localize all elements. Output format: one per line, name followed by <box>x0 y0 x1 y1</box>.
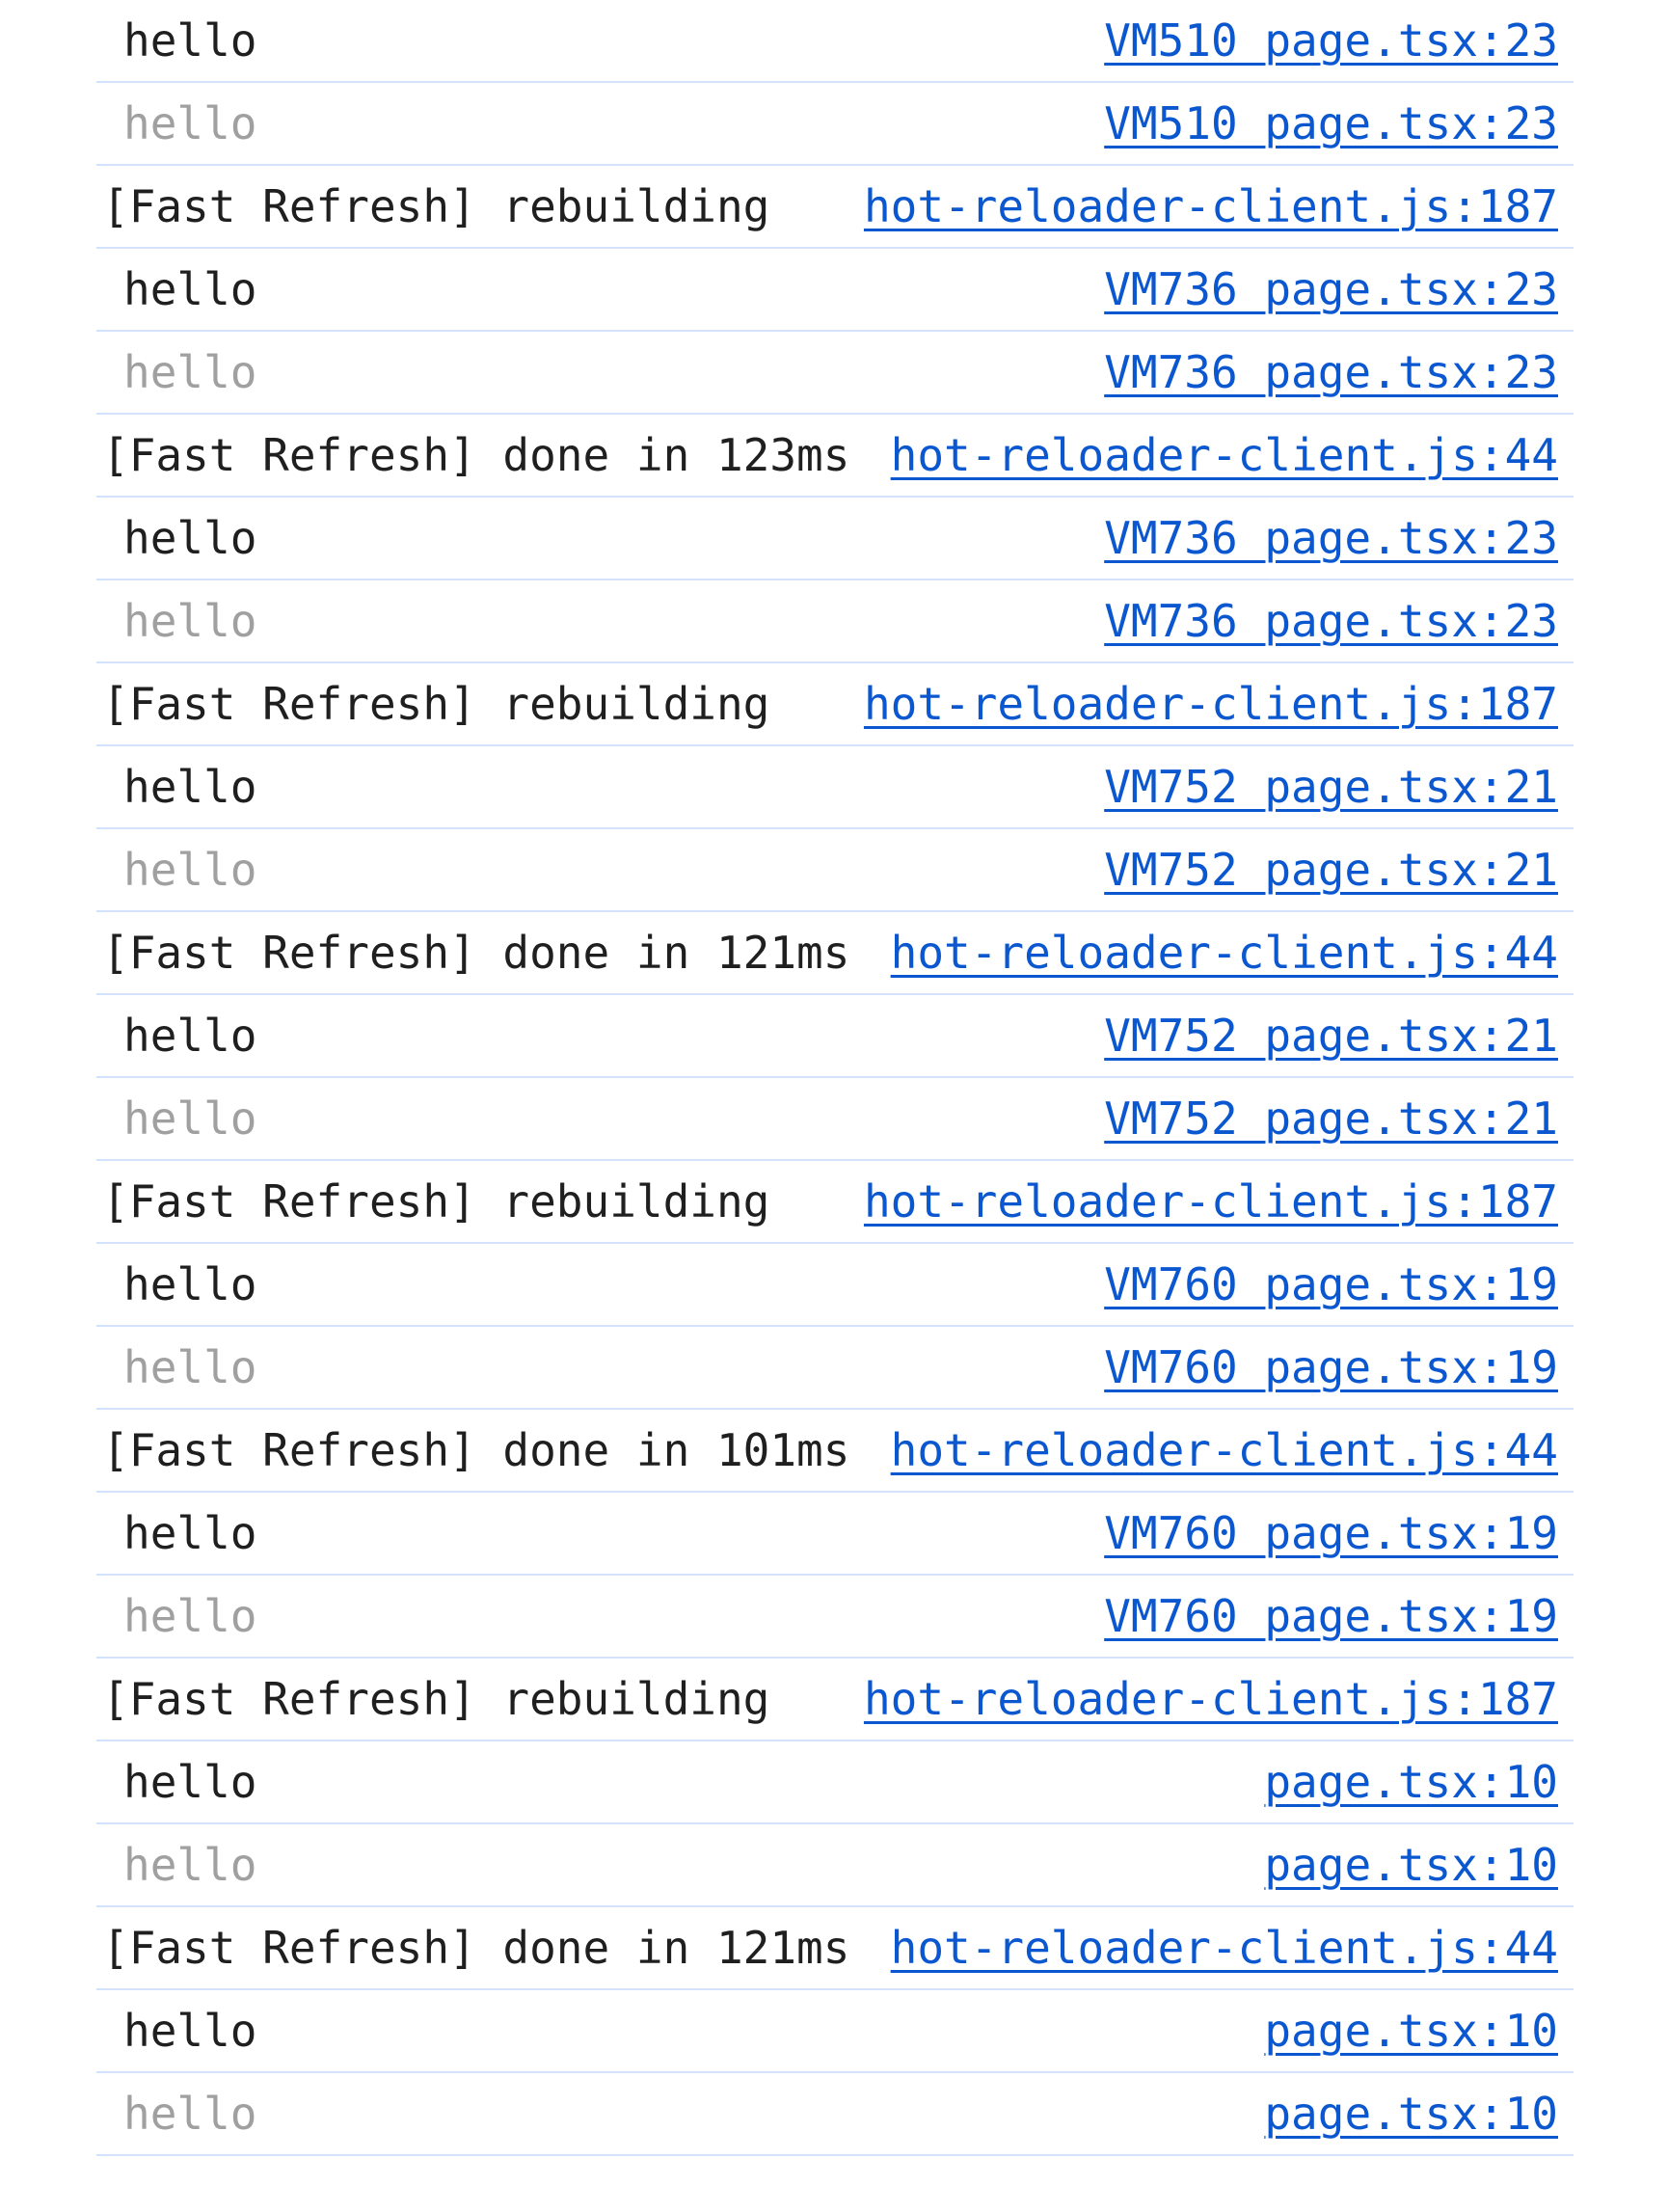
console-info-text: [Fast Refresh] done in 121ms <box>102 1922 850 1974</box>
console-message-row: [Fast Refresh] rebuilding hot-reloader-cl… <box>96 663 1574 746</box>
source-link[interactable]: VM752 page.tsx:21 <box>1104 1096 1558 1141</box>
source-link[interactable]: VM510 page.tsx:23 <box>1104 18 1558 63</box>
console-log-text: hello <box>123 1341 257 1393</box>
console-message-row: [Fast Refresh] done in 101ms hot-reloader… <box>96 1410 1574 1493</box>
source-link[interactable]: VM752 page.tsx:21 <box>1104 765 1558 809</box>
source-link[interactable]: VM760 page.tsx:19 <box>1104 1511 1558 1555</box>
console-log-text: hello <box>123 1093 257 1145</box>
console-message-row: hello VM752 page.tsx:21 <box>96 995 1574 1078</box>
console-message-row: hello VM736 page.tsx:23 <box>96 249 1574 332</box>
source-link[interactable]: VM736 page.tsx:23 <box>1104 516 1558 560</box>
console-message-row: hello VM752 page.tsx:21 <box>96 829 1574 912</box>
console-info-text: [Fast Refresh] done in 101ms <box>102 1424 850 1476</box>
console-log-text: hello <box>123 512 257 564</box>
console-message-row: hello page.tsx:10 <box>96 1990 1574 2073</box>
source-link[interactable]: VM752 page.tsx:21 <box>1104 848 1558 892</box>
console-info-text: [Fast Refresh] done in 121ms <box>102 927 850 979</box>
source-link[interactable]: VM760 page.tsx:19 <box>1104 1594 1558 1638</box>
console-message-row: hello VM760 page.tsx:19 <box>96 1244 1574 1327</box>
console-message-row: hello VM736 page.tsx:23 <box>96 498 1574 580</box>
source-link[interactable]: hot-reloader-client.js:44 <box>891 1926 1558 1970</box>
console-message-row: hello VM510 page.tsx:23 <box>96 83 1574 166</box>
console-log-text: hello <box>123 1258 257 1310</box>
source-link[interactable]: hot-reloader-client.js:44 <box>891 1428 1558 1472</box>
source-link[interactable]: VM736 page.tsx:23 <box>1104 267 1558 311</box>
console-message-row: [Fast Refresh] rebuilding hot-reloader-cl… <box>96 166 1574 249</box>
console-message-row: hello VM752 page.tsx:21 <box>96 746 1574 829</box>
source-link[interactable]: hot-reloader-client.js:44 <box>891 931 1558 975</box>
console-message-row: hello page.tsx:10 <box>96 2073 1574 2156</box>
source-link[interactable]: page.tsx:10 <box>1264 2009 1558 2053</box>
console-log-text: hello <box>123 761 257 813</box>
console-log-text: hello <box>123 14 257 67</box>
console-message-row: hello page.tsx:10 <box>96 1824 1574 1907</box>
console-message-row: hello VM736 page.tsx:23 <box>96 580 1574 663</box>
console-log-text: hello <box>123 1756 257 1808</box>
console-message-row: [Fast Refresh] rebuilding hot-reloader-cl… <box>96 1659 1574 1741</box>
console-log-text: hello <box>123 2005 257 2057</box>
source-link[interactable]: page.tsx:10 <box>1264 1760 1558 1804</box>
console-log-text: hello <box>123 844 257 896</box>
source-link[interactable]: VM510 page.tsx:23 <box>1104 101 1558 146</box>
console-message-row: hello VM510 page.tsx:23 <box>96 0 1574 83</box>
source-link[interactable]: hot-reloader-client.js:44 <box>891 433 1558 477</box>
source-link[interactable]: hot-reloader-client.js:187 <box>864 682 1558 726</box>
source-link[interactable]: hot-reloader-client.js:187 <box>864 1179 1558 1224</box>
console-message-row: hello VM736 page.tsx:23 <box>96 332 1574 415</box>
source-link[interactable]: VM760 page.tsx:19 <box>1104 1345 1558 1389</box>
console-log-list: hello VM510 page.tsx:23 hello VM510 page.ts… <box>96 0 1574 2156</box>
console-log-text: hello <box>123 263 257 315</box>
console-message-row: [Fast Refresh] rebuilding hot-reloader-cl… <box>96 1161 1574 1244</box>
source-link[interactable]: VM736 page.tsx:23 <box>1104 350 1558 394</box>
console-log-text: hello <box>123 595 257 647</box>
source-link[interactable]: hot-reloader-client.js:187 <box>864 184 1558 229</box>
console-message-row: hello page.tsx:10 <box>96 1741 1574 1824</box>
console-log-text: hello <box>123 2088 257 2140</box>
console-log-text: hello <box>123 346 257 398</box>
source-link[interactable]: VM752 page.tsx:21 <box>1104 1013 1558 1058</box>
console-info-text: [Fast Refresh] done in 123ms <box>102 429 850 481</box>
source-link[interactable]: VM736 page.tsx:23 <box>1104 599 1558 643</box>
console-log-text: hello <box>123 1839 257 1891</box>
console-log-text: hello <box>123 97 257 149</box>
console-message-row: [Fast Refresh] done in 121ms hot-reloader… <box>96 912 1574 995</box>
console-message-row: [Fast Refresh] done in 123ms hot-reloader… <box>96 415 1574 498</box>
source-link[interactable]: page.tsx:10 <box>1264 1843 1558 1887</box>
source-link[interactable]: hot-reloader-client.js:187 <box>864 1677 1558 1721</box>
console-info-text: [Fast Refresh] rebuilding <box>102 180 770 232</box>
console-message-row: hello VM752 page.tsx:21 <box>96 1078 1574 1161</box>
source-link[interactable]: VM760 page.tsx:19 <box>1104 1262 1558 1307</box>
source-link[interactable]: page.tsx:10 <box>1264 2091 1558 2136</box>
console-log-text: hello <box>123 1010 257 1062</box>
console-info-text: [Fast Refresh] rebuilding <box>102 1175 770 1227</box>
console-log-text: hello <box>123 1507 257 1559</box>
console-message-row: hello VM760 page.tsx:19 <box>96 1493 1574 1576</box>
console-info-text: [Fast Refresh] rebuilding <box>102 1673 770 1725</box>
console-log-text: hello <box>123 1590 257 1642</box>
console-message-row: hello VM760 page.tsx:19 <box>96 1576 1574 1659</box>
console-message-row: hello VM760 page.tsx:19 <box>96 1327 1574 1410</box>
console-info-text: [Fast Refresh] rebuilding <box>102 678 770 730</box>
console-message-row: [Fast Refresh] done in 121ms hot-reloader… <box>96 1907 1574 1990</box>
